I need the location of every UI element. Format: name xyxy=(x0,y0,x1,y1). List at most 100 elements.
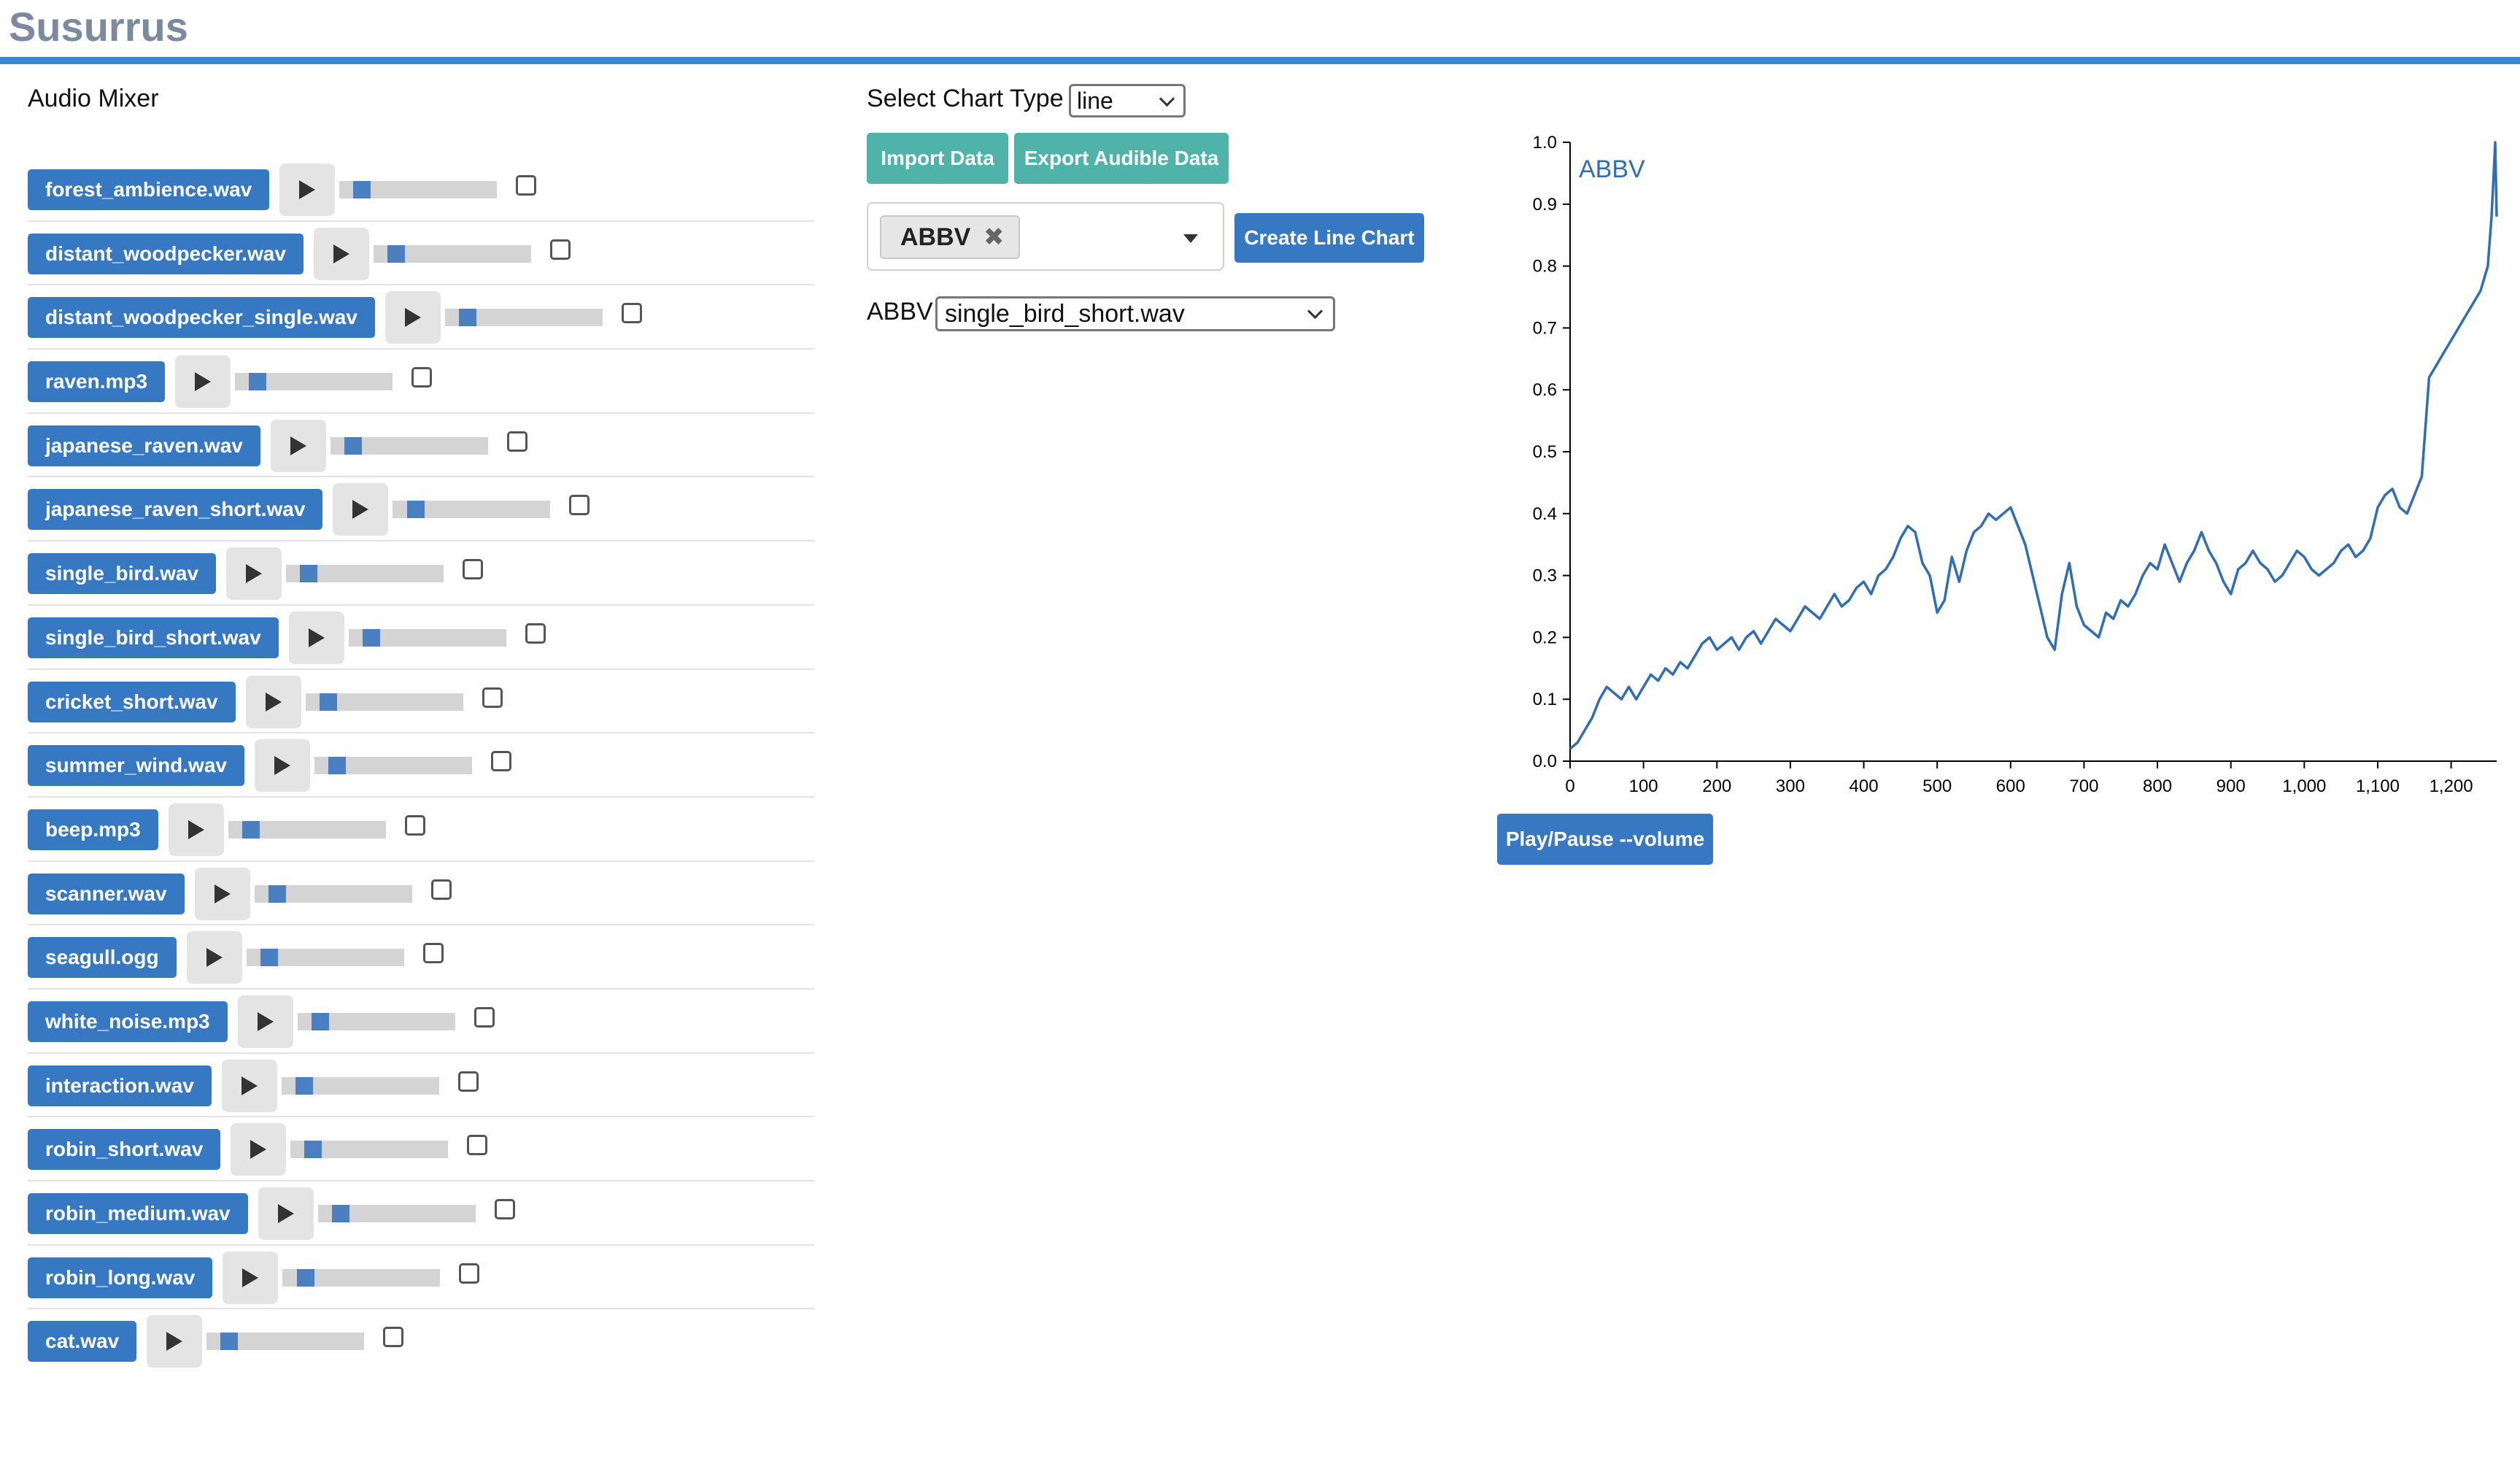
chart-type-select[interactable]: line xyxy=(1069,84,1186,117)
track-select-checkbox[interactable] xyxy=(549,239,571,260)
volume-slider[interactable] xyxy=(305,693,463,711)
volume-slider-thumb[interactable] xyxy=(249,373,267,391)
play-button[interactable] xyxy=(258,1187,314,1240)
volume-slider[interactable] xyxy=(444,309,603,327)
play-button[interactable] xyxy=(175,355,231,409)
play-button[interactable] xyxy=(245,675,301,728)
track-select-checkbox[interactable] xyxy=(467,1135,488,1156)
track-file-label[interactable]: japanese_raven_short.wav xyxy=(28,489,323,531)
track-file-label[interactable]: robin_long.wav xyxy=(28,1257,213,1298)
volume-slider[interactable] xyxy=(339,181,498,198)
track-file-label[interactable]: summer_wind.wav xyxy=(28,745,244,787)
track-select-checkbox[interactable] xyxy=(457,1071,479,1092)
track-select-checkbox[interactable] xyxy=(430,879,452,900)
play-button[interactable] xyxy=(168,803,224,856)
track-file-label[interactable]: distant_woodpecker.wav xyxy=(28,233,304,274)
track-file-label[interactable]: scanner.wav xyxy=(28,873,185,914)
volume-slider-thumb[interactable] xyxy=(241,820,260,839)
track-select-checkbox[interactable] xyxy=(569,495,590,516)
play-button[interactable] xyxy=(270,419,326,472)
track-select-checkbox[interactable] xyxy=(459,1263,480,1284)
volume-slider-thumb[interactable] xyxy=(220,1333,239,1351)
play-button[interactable] xyxy=(231,1123,287,1176)
remove-chip-icon[interactable]: ✖ xyxy=(983,217,1005,258)
track-file-label[interactable]: seagull.ogg xyxy=(28,937,177,979)
track-file-label[interactable]: robin_short.wav xyxy=(28,1129,221,1171)
track-select-checkbox[interactable] xyxy=(404,814,425,836)
play-button[interactable] xyxy=(221,1059,277,1112)
volume-slider[interactable] xyxy=(282,1268,441,1287)
track-file-label[interactable]: single_bird.wav xyxy=(28,553,217,595)
volume-slider-thumb[interactable] xyxy=(295,1076,314,1095)
volume-slider[interactable] xyxy=(314,757,472,775)
volume-slider-thumb[interactable] xyxy=(353,181,371,198)
play-button[interactable] xyxy=(279,163,336,216)
play-button[interactable] xyxy=(223,1251,279,1304)
play-button[interactable] xyxy=(194,867,250,920)
volume-slider[interactable] xyxy=(297,1012,455,1030)
track-file-label[interactable]: cat.wav xyxy=(28,1321,137,1362)
series-sound-select[interactable]: single_bird_short.wav xyxy=(935,296,1335,331)
track-file-label[interactable]: cricket_short.wav xyxy=(28,681,236,722)
track-select-checkbox[interactable] xyxy=(516,175,537,196)
play-button[interactable] xyxy=(226,547,282,601)
play-button[interactable] xyxy=(254,739,310,793)
volume-slider[interactable] xyxy=(206,1333,365,1351)
volume-slider-thumb[interactable] xyxy=(296,1268,314,1287)
volume-slider-thumb[interactable] xyxy=(300,565,318,583)
volume-slider[interactable] xyxy=(286,565,444,583)
track-file-label[interactable]: japanese_raven.wav xyxy=(28,425,260,466)
track-file-label[interactable]: white_noise.mp3 xyxy=(28,1001,228,1042)
volume-slider[interactable] xyxy=(254,884,412,903)
volume-slider[interactable] xyxy=(393,501,551,519)
volume-slider-thumb[interactable] xyxy=(387,244,406,263)
track-select-checkbox[interactable] xyxy=(494,1199,515,1219)
import-data-button[interactable]: Import Data xyxy=(867,133,1008,184)
play-pause-volume-button[interactable]: Play/Pause --volume xyxy=(1497,814,1713,865)
export-audible-data-button[interactable]: Export Audible Data xyxy=(1014,133,1229,184)
track-file-label[interactable]: interaction.wav xyxy=(28,1065,212,1106)
volume-slider[interactable] xyxy=(348,628,506,647)
track-file-label[interactable]: single_bird_short.wav xyxy=(28,617,279,658)
track-file-label[interactable]: robin_medium.wav xyxy=(28,1193,248,1234)
volume-slider[interactable] xyxy=(330,436,488,455)
track-select-checkbox[interactable] xyxy=(383,1327,404,1348)
volume-slider-thumb[interactable] xyxy=(311,1012,329,1030)
volume-slider[interactable] xyxy=(235,373,393,391)
volume-slider-thumb[interactable] xyxy=(328,757,347,775)
volume-slider[interactable] xyxy=(246,949,404,967)
volume-slider[interactable] xyxy=(290,1141,449,1159)
play-button[interactable] xyxy=(384,291,441,344)
ticker-select[interactable]: ABBV ✖ xyxy=(867,202,1224,271)
volume-slider[interactable] xyxy=(317,1205,476,1222)
dropdown-caret-icon[interactable] xyxy=(1183,234,1198,243)
track-select-checkbox[interactable] xyxy=(411,367,433,388)
volume-slider[interactable] xyxy=(228,820,386,839)
volume-slider-thumb[interactable] xyxy=(406,501,425,519)
volume-slider-thumb[interactable] xyxy=(344,436,363,455)
play-button[interactable] xyxy=(288,611,344,664)
track-select-checkbox[interactable] xyxy=(506,431,527,452)
create-line-chart-button[interactable]: Create Line Chart xyxy=(1234,213,1424,263)
track-file-label[interactable]: beep.mp3 xyxy=(28,809,158,850)
play-button[interactable] xyxy=(186,931,242,984)
track-select-checkbox[interactable] xyxy=(490,751,511,772)
volume-slider[interactable] xyxy=(281,1076,439,1095)
volume-slider-thumb[interactable] xyxy=(331,1205,349,1222)
play-button[interactable] xyxy=(313,227,369,280)
track-select-checkbox[interactable] xyxy=(422,943,444,964)
track-file-label[interactable]: distant_woodpecker_single.wav xyxy=(28,297,375,339)
volume-slider-thumb[interactable] xyxy=(319,693,337,711)
track-select-checkbox[interactable] xyxy=(482,687,503,708)
track-file-label[interactable]: raven.mp3 xyxy=(28,361,166,403)
volume-slider-thumb[interactable] xyxy=(304,1141,322,1159)
volume-slider-thumb[interactable] xyxy=(362,628,380,647)
track-file-label[interactable]: forest_ambience.wav xyxy=(28,169,270,210)
track-select-checkbox[interactable] xyxy=(474,1006,495,1028)
play-button[interactable] xyxy=(147,1315,203,1368)
track-select-checkbox[interactable] xyxy=(525,622,546,644)
play-button[interactable] xyxy=(333,483,389,536)
volume-slider-thumb[interactable] xyxy=(459,309,477,327)
volume-slider-thumb[interactable] xyxy=(268,884,286,903)
track-select-checkbox[interactable] xyxy=(621,303,642,324)
